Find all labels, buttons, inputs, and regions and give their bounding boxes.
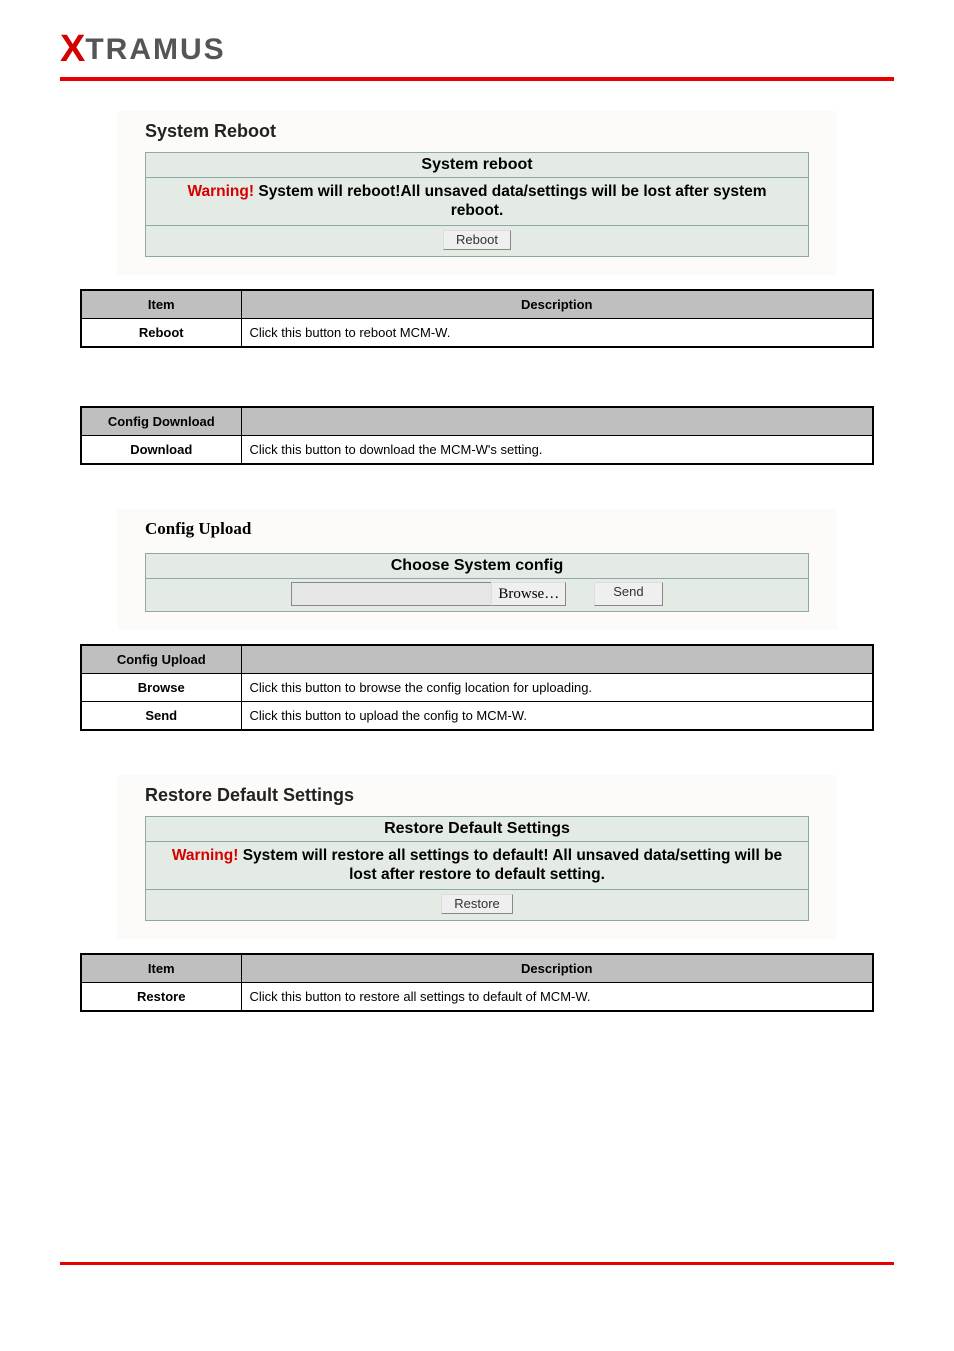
warning-text: System will restore all settings to defa… xyxy=(238,847,782,883)
table-cell-item: Download xyxy=(81,435,241,464)
config-upload-title: Config Upload xyxy=(145,519,809,539)
table-cell-item: Reboot xyxy=(81,318,241,347)
restore-button[interactable]: Restore xyxy=(441,894,513,914)
reboot-button[interactable]: Reboot xyxy=(443,230,511,250)
system-reboot-header: System reboot xyxy=(146,153,808,177)
reboot-desc-table: Item Description Reboot Click this butto… xyxy=(80,289,874,348)
table-head-item: Config Upload xyxy=(81,645,241,674)
config-upload-panel: Choose System config Browse… Send xyxy=(145,553,809,612)
brand-logo-rest: TRAMUS xyxy=(85,33,225,66)
restore-default-screenshot: Restore Default Settings Restore Default… xyxy=(117,775,837,939)
table-head-item: Item xyxy=(81,290,241,319)
restore-default-warning: Warning! System will restore all setting… xyxy=(146,841,808,889)
restore-default-panel: Restore Default Settings Warning! System… xyxy=(145,816,809,921)
table-row: Reboot Click this button to reboot MCM-W… xyxy=(81,318,873,347)
table-head-desc: Description xyxy=(241,954,873,983)
page-content: System Reboot System reboot Warning! Sys… xyxy=(0,81,954,1262)
config-upload-screenshot: Config Upload Choose System config Brows… xyxy=(117,509,837,630)
table-cell-item: Send xyxy=(81,701,241,730)
file-input-group: Browse… xyxy=(291,582,566,606)
download-desc-table: Config Download Download Click this butt… xyxy=(80,406,874,465)
table-head-desc: Description xyxy=(241,290,873,319)
table-cell-item: Restore xyxy=(81,982,241,1011)
send-button[interactable]: Send xyxy=(594,582,662,606)
config-upload-controls: Browse… Send xyxy=(146,578,808,611)
table-row: Send Click this button to upload the con… xyxy=(81,701,873,730)
table-cell-desc: Click this button to browse the config l… xyxy=(241,673,873,701)
system-reboot-title: System Reboot xyxy=(145,121,809,142)
brand-header: XTRAMUS xyxy=(0,0,954,71)
table-cell-desc: Click this button to restore all setting… xyxy=(241,982,873,1011)
restore-default-button-row: Restore xyxy=(146,889,808,920)
restore-desc-table: Item Description Restore Click this butt… xyxy=(80,953,874,1012)
config-upload-header: Choose System config xyxy=(146,554,808,578)
browse-button[interactable]: Browse… xyxy=(491,582,566,606)
footer-rule xyxy=(60,1262,894,1265)
table-cell-desc: Click this button to upload the config t… xyxy=(241,701,873,730)
restore-default-header: Restore Default Settings xyxy=(146,817,808,841)
brand-logo-x: X xyxy=(60,28,85,70)
table-row: Download Click this button to download t… xyxy=(81,435,873,464)
file-path-input[interactable] xyxy=(291,582,491,606)
table-head-item: Item xyxy=(81,954,241,983)
table-head-desc xyxy=(241,407,873,436)
table-row: Browse Click this button to browse the c… xyxy=(81,673,873,701)
table-cell-desc: Click this button to reboot MCM-W. xyxy=(241,318,873,347)
system-reboot-screenshot: System Reboot System reboot Warning! Sys… xyxy=(117,111,837,275)
restore-default-title: Restore Default Settings xyxy=(145,785,809,806)
table-row: Restore Click this button to restore all… xyxy=(81,982,873,1011)
warning-label: Warning! xyxy=(187,183,254,200)
table-cell-item: Browse xyxy=(81,673,241,701)
system-reboot-warning: Warning! System will reboot!All unsaved … xyxy=(146,177,808,225)
table-head-item: Config Download xyxy=(81,407,241,436)
brand-logo: XTRAMUS xyxy=(60,33,226,66)
upload-desc-table: Config Upload Browse Click this button t… xyxy=(80,644,874,731)
table-head-desc xyxy=(241,645,873,674)
system-reboot-button-row: Reboot xyxy=(146,225,808,256)
table-cell-desc: Click this button to download the MCM-W'… xyxy=(241,435,873,464)
warning-text: System will reboot!All unsaved data/sett… xyxy=(254,183,767,219)
warning-label: Warning! xyxy=(172,847,239,864)
system-reboot-panel: System reboot Warning! System will reboo… xyxy=(145,152,809,257)
